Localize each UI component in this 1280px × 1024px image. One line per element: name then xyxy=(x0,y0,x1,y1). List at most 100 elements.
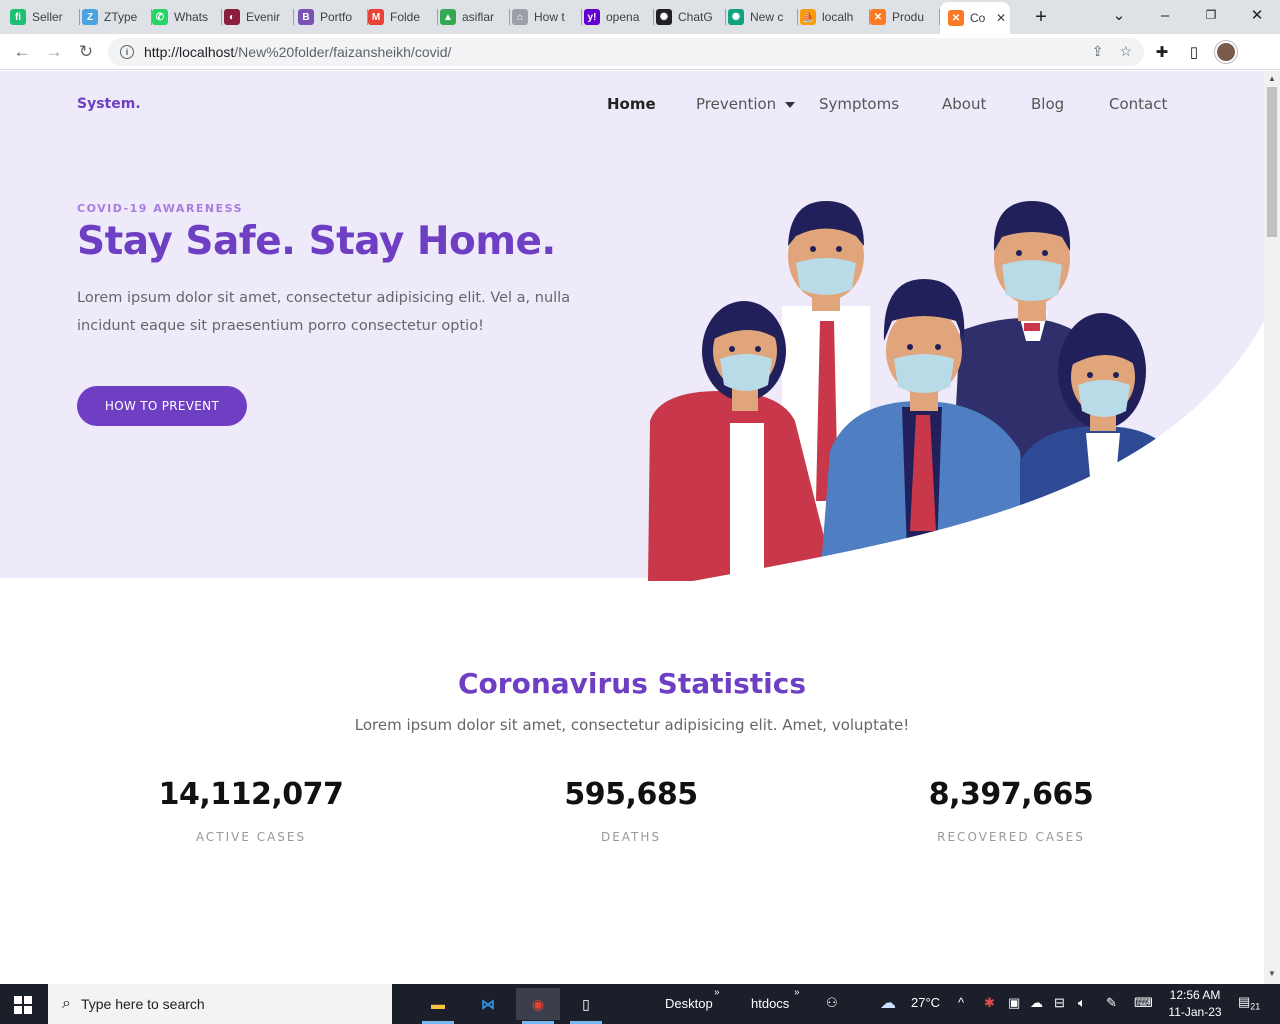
browser-tab[interactable]: ✆ Whats xyxy=(152,6,222,28)
htdocs-chevron-icon[interactable]: » xyxy=(794,987,800,998)
new-tab-button[interactable]: + xyxy=(1018,2,1064,32)
browser-tab[interactable]: ✕ Produ xyxy=(870,6,940,28)
browser-tab[interactable]: ◐ Evenir xyxy=(224,6,294,28)
desktop-toolbar[interactable]: Desktop xyxy=(665,996,713,1011)
tab-title: Folde xyxy=(390,10,421,24)
system-clock[interactable]: 12:56 AM 11-Jan-23 xyxy=(1165,987,1225,1021)
forward-arrow-icon[interactable]: → xyxy=(42,40,66,64)
browser-tab[interactable]: ▲ asiflar xyxy=(440,6,510,28)
pen-icon[interactable]: ✎ xyxy=(1106,995,1117,1011)
windows-taskbar: ⌕ Type here to search ▬ ⋈ ◉ ▯ Desktop » … xyxy=(0,984,1280,1024)
keyboard-icon[interactable]: ⌨ xyxy=(1134,995,1153,1011)
tab-search-chevron-icon[interactable]: ⌄ xyxy=(1096,0,1142,30)
url-input[interactable]: i http://localhost/New%20folder/faizansh… xyxy=(108,38,1144,66)
tab-separator xyxy=(79,9,80,25)
browser-tab[interactable]: fi Seller xyxy=(10,6,80,28)
back-arrow-icon[interactable]: ← xyxy=(10,40,34,64)
stat-active-cases: 14,112,077 ACTIVE CASES xyxy=(101,777,401,844)
htdocs-toolbar[interactable]: htdocs xyxy=(751,996,789,1011)
tab-separator xyxy=(797,9,798,25)
close-window-icon[interactable]: ✕ xyxy=(1234,0,1280,30)
bootstrap-icon: B xyxy=(298,9,314,25)
side-panel-icon[interactable]: ▯ xyxy=(1184,42,1204,62)
stat-label: ACTIVE CASES xyxy=(195,830,307,844)
page-scrollbar[interactable]: ▲ ▼ xyxy=(1264,71,1280,984)
volume-icon[interactable]: 🔈︎ xyxy=(1078,995,1086,1011)
browser-tab[interactable]: ✺ New c xyxy=(728,6,798,28)
notepad-icon[interactable]: ▯ xyxy=(564,988,608,1024)
home-icon: ⌂ xyxy=(512,9,528,25)
tab-title: New c xyxy=(750,10,784,24)
chrome-icon[interactable]: ◉ xyxy=(516,988,560,1024)
tab-title: Produ xyxy=(892,10,925,24)
phpmyadmin-icon: ⛵ xyxy=(800,9,816,25)
clock-date: 11-Jan-23 xyxy=(1168,1005,1222,1019)
evening-icon: ◐ xyxy=(224,9,240,25)
restore-icon[interactable]: ❐ xyxy=(1188,0,1234,30)
meet-icon[interactable]: ▣ xyxy=(1008,995,1020,1011)
bookmark-star-icon[interactable]: ☆ xyxy=(1119,43,1132,60)
tab-title: ChatG xyxy=(678,10,713,24)
clock-time: 12:56 AM xyxy=(1169,988,1221,1002)
stat-value: 14,112,077 xyxy=(158,777,344,812)
browser-tab[interactable]: y! opena xyxy=(584,6,654,28)
new-tab-label: + xyxy=(1035,5,1047,28)
site-info-icon[interactable]: i xyxy=(120,45,134,59)
search-icon: ⌕ xyxy=(62,995,71,1012)
scrollbar-thumb[interactable] xyxy=(1267,87,1277,237)
extensions-puzzle-icon[interactable]: ✚ xyxy=(1152,42,1172,62)
network-icon[interactable]: ⊟ xyxy=(1054,995,1065,1011)
openai-icon: ✺ xyxy=(656,9,672,25)
tab-title: asiflar xyxy=(462,10,495,24)
browser-tab[interactable]: ✺ ChatG xyxy=(656,6,726,28)
browser-tab[interactable]: ⛵ localh xyxy=(800,6,870,28)
share-icon[interactable]: ⇪ xyxy=(1092,43,1104,60)
browser-tab[interactable]: ⌂ How t xyxy=(512,6,582,28)
tab-title: Portfo xyxy=(320,10,353,24)
tab-strip: fi Seller Z ZType ✆ Whats ◐ Evenir B Portfo M Folde… xyxy=(0,0,1280,34)
stat-label: DEATHS xyxy=(600,830,662,844)
minimize-icon[interactable]: – xyxy=(1142,0,1188,30)
tray-overflow-icon[interactable]: ^ xyxy=(958,995,964,1010)
file-explorer-icon[interactable]: ▬ xyxy=(416,988,460,1024)
profile-avatar[interactable] xyxy=(1215,41,1237,63)
statistics-title: Coronavirus Statistics xyxy=(457,667,806,700)
tab-title: ZType xyxy=(104,10,138,24)
tab-separator xyxy=(725,9,726,25)
tab-title: opena xyxy=(606,10,640,24)
tab-title: Co xyxy=(970,11,986,25)
onedrive-cloud-icon[interactable]: ☁ xyxy=(1030,995,1043,1011)
browser-tab[interactable]: B Portfo xyxy=(298,6,368,28)
browser-tab[interactable]: M Folde xyxy=(368,6,438,28)
xampp-icon: ✕ xyxy=(870,9,886,25)
browser-tab[interactable]: Z ZType xyxy=(82,6,152,28)
people-icon[interactable]: ⚇ xyxy=(826,995,838,1011)
notification-center-icon[interactable]: ▤21 xyxy=(1238,994,1260,1012)
tab-title: Seller xyxy=(32,10,63,24)
reload-icon[interactable]: ↻ xyxy=(74,40,98,64)
stat-label: RECOVERED CASES xyxy=(937,830,1085,844)
scroll-up-arrow-icon[interactable]: ▲ xyxy=(1268,74,1276,83)
tab-separator xyxy=(221,9,222,25)
close-tab-icon[interactable]: ✕ xyxy=(996,11,1006,25)
notification-count: 21 xyxy=(1250,1001,1261,1012)
fiverr-icon: fi xyxy=(10,9,26,25)
whatsapp-icon: ✆ xyxy=(152,9,168,25)
vscode-icon[interactable]: ⋈ xyxy=(466,988,510,1020)
weather-temperature[interactable]: 27°C xyxy=(911,995,940,1010)
windows-start-icon[interactable] xyxy=(14,996,32,1014)
weather-cloud-icon[interactable]: ☁ xyxy=(880,993,896,1013)
stat-deaths: 595,685 DEATHS xyxy=(481,777,781,844)
scroll-down-arrow-icon[interactable]: ▼ xyxy=(1268,969,1276,978)
taskbar-search-box[interactable]: ⌕ Type here to search xyxy=(48,984,392,1024)
browser-tab[interactable]: ✕ Co ✕ xyxy=(940,2,1010,34)
desktop-chevron-icon[interactable]: » xyxy=(714,987,720,998)
app-badge-icon[interactable]: ✱ xyxy=(984,995,995,1011)
url-path: /New%20folder/faizansheikh/covid/ xyxy=(234,44,452,60)
tab-separator xyxy=(509,9,510,25)
masked-people-illustration xyxy=(648,201,1175,581)
address-bar-row: ← → ↻ i http://localhost/New%20folder/fa… xyxy=(0,34,1280,70)
gmail-icon: M xyxy=(368,9,384,25)
tab-title: Whats xyxy=(174,10,209,24)
xampp-icon: ✕ xyxy=(948,10,964,26)
